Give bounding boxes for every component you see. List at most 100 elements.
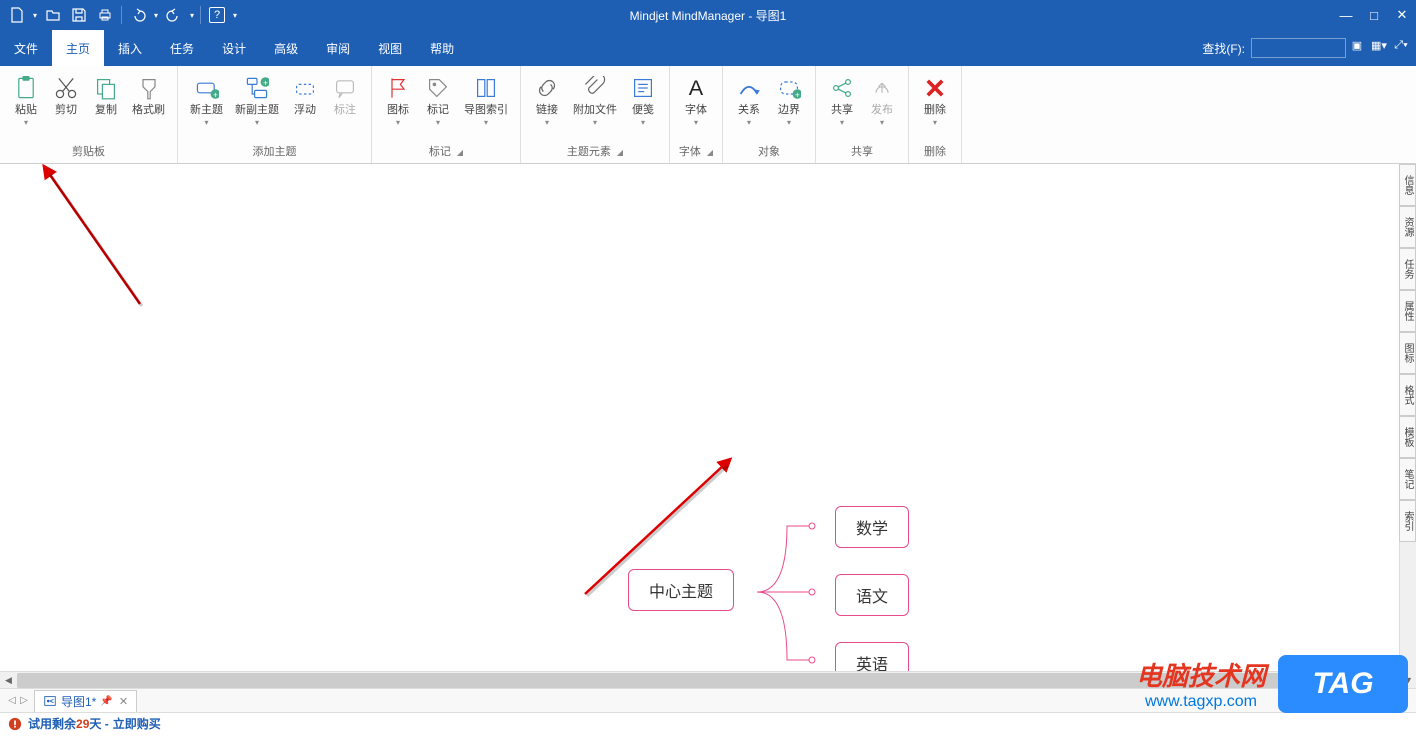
- ribbon-fullscreen-icon[interactable]: ⤢▾: [1392, 36, 1410, 54]
- sidepanel-tab-6[interactable]: 模板: [1399, 416, 1416, 458]
- chevron-down-icon[interactable]: ▾: [840, 118, 844, 127]
- trial-prefix: 试用剩余: [28, 715, 76, 732]
- ribbon-button-label: 标注: [334, 104, 356, 117]
- tab-insert[interactable]: 插入: [104, 30, 156, 66]
- new-file-icon[interactable]: [4, 2, 30, 28]
- copy-button[interactable]: 复制: [86, 70, 126, 141]
- mindmap-canvas[interactable]: 中心主题 数学 语文 英语 ▲ ▼ ◀ ▶: [0, 164, 1416, 688]
- scroll-left-icon[interactable]: ◀: [0, 672, 17, 688]
- share-icon: [830, 76, 854, 100]
- tab-design[interactable]: 设计: [208, 30, 260, 66]
- chevron-down-icon[interactable]: ▾: [933, 118, 937, 127]
- help-icon[interactable]: ?: [204, 2, 230, 28]
- tab-close-icon[interactable]: ✕: [119, 695, 128, 708]
- tab-help[interactable]: 帮助: [416, 30, 468, 66]
- tab-view[interactable]: 视图: [364, 30, 416, 66]
- chevron-down-icon[interactable]: ▾: [484, 118, 488, 127]
- sidepanel-tab-0[interactable]: 信息: [1399, 164, 1416, 206]
- print-icon[interactable]: [92, 2, 118, 28]
- chevron-down-icon[interactable]: ▾: [396, 118, 400, 127]
- link-icon: [535, 76, 559, 100]
- chevron-down-icon[interactable]: ▾: [204, 118, 208, 127]
- redo-dropdown[interactable]: ▾: [187, 2, 197, 28]
- open-file-icon[interactable]: [40, 2, 66, 28]
- chevron-down-icon[interactable]: ▾: [641, 118, 645, 127]
- save-icon[interactable]: [66, 2, 92, 28]
- tab-pin-icon[interactable]: 📌: [100, 696, 112, 707]
- tab-review[interactable]: 审阅: [312, 30, 364, 66]
- chevron-down-icon[interactable]: ▾: [694, 118, 698, 127]
- tab-advanced[interactable]: 高级: [260, 30, 312, 66]
- paste-button[interactable]: 粘贴▾: [6, 70, 46, 141]
- close-button[interactable]: ✕: [1388, 0, 1416, 30]
- index-icon: [474, 76, 498, 100]
- link-button[interactable]: 链接▾: [527, 70, 567, 141]
- chevron-down-icon[interactable]: ▾: [545, 118, 549, 127]
- note-button[interactable]: 便笺▾: [623, 70, 663, 141]
- ribbon-button-label: 关系: [738, 104, 760, 117]
- formatpainter-button[interactable]: 格式刷: [126, 70, 171, 141]
- chevron-down-icon[interactable]: ▾: [436, 118, 440, 127]
- tab-task[interactable]: 任务: [156, 30, 208, 66]
- boundary-button[interactable]: +边界▾: [769, 70, 809, 141]
- ribbon-collapse-icon[interactable]: ▣: [1348, 36, 1366, 54]
- child-node-1[interactable]: 数学: [835, 506, 909, 548]
- ribbon-group-3: 链接▾附加文件▾便笺▾主题元素: [521, 66, 670, 163]
- new-file-dropdown[interactable]: ▾: [30, 2, 40, 28]
- index-button[interactable]: 导图索引▾: [458, 70, 514, 141]
- delete-button[interactable]: 删除▾: [915, 70, 955, 141]
- tab-prev-icon[interactable]: ◁: [6, 692, 18, 710]
- svg-text:+: +: [795, 90, 800, 100]
- attach-icon: [583, 76, 607, 100]
- callout-button[interactable]: 标注: [325, 70, 365, 141]
- child-node-2[interactable]: 语文: [835, 574, 909, 616]
- float-button[interactable]: 浮动: [285, 70, 325, 141]
- central-topic-node[interactable]: 中心主题: [628, 569, 734, 611]
- minimize-button[interactable]: —: [1332, 0, 1360, 30]
- ribbon-button-label: 粘贴: [15, 104, 37, 117]
- chevron-down-icon[interactable]: ▾: [593, 118, 597, 127]
- flag-button[interactable]: 图标▾: [378, 70, 418, 141]
- buy-now-link[interactable]: 立即购买: [113, 715, 161, 732]
- sidepanel-tab-3[interactable]: 属性: [1399, 290, 1416, 332]
- ribbon-group-7: 删除▾删除: [909, 66, 962, 163]
- document-tab[interactable]: 导图1* 📌 ✕: [34, 690, 137, 712]
- relation-button[interactable]: 关系▾: [729, 70, 769, 141]
- chevron-down-icon[interactable]: ▾: [880, 118, 884, 127]
- sidepanel-tab-2[interactable]: 任务: [1399, 248, 1416, 290]
- tag-button[interactable]: 标记▾: [418, 70, 458, 141]
- svg-text:A: A: [689, 76, 704, 100]
- chevron-down-icon[interactable]: ▾: [787, 118, 791, 127]
- sidepanel-tab-1[interactable]: 资源: [1399, 206, 1416, 248]
- newtopic-button[interactable]: +新主题▾: [184, 70, 229, 141]
- ribbon-button-label: 附加文件: [573, 104, 617, 117]
- sidepanel-tab-7[interactable]: 笔记: [1399, 458, 1416, 500]
- cut-button[interactable]: 剪切: [46, 70, 86, 141]
- font-button[interactable]: A字体▾: [676, 70, 716, 141]
- ribbon-button-label: 标记: [427, 104, 449, 117]
- ribbon-view-icon[interactable]: ▦▾: [1370, 36, 1388, 54]
- trial-mid: 天 -: [89, 715, 108, 732]
- redo-icon[interactable]: [161, 2, 187, 28]
- ribbon-group-label: 添加主题: [184, 141, 365, 161]
- document-tab-label: 导图1*: [61, 693, 96, 710]
- sidepanel-tab-8[interactable]: 索引: [1399, 500, 1416, 542]
- sidepanel-tab-5[interactable]: 格式: [1399, 374, 1416, 416]
- search-input[interactable]: [1251, 38, 1346, 58]
- undo-icon[interactable]: [125, 2, 151, 28]
- undo-dropdown[interactable]: ▾: [151, 2, 161, 28]
- ribbon: 粘贴▾剪切复制格式刷剪贴板+新主题▾+新副主题▾浮动标注添加主题图标▾标记▾导图…: [0, 66, 1416, 164]
- share-button[interactable]: 共享▾: [822, 70, 862, 141]
- attach-button[interactable]: 附加文件▾: [567, 70, 623, 141]
- chevron-down-icon[interactable]: ▾: [24, 118, 28, 127]
- tab-home[interactable]: 主页: [52, 30, 104, 66]
- sidepanel-tab-4[interactable]: 图标: [1399, 332, 1416, 374]
- help-dropdown[interactable]: ▾: [230, 2, 240, 28]
- chevron-down-icon[interactable]: ▾: [747, 118, 751, 127]
- tab-file[interactable]: 文件: [0, 30, 52, 66]
- maximize-button[interactable]: □: [1360, 0, 1388, 30]
- chevron-down-icon[interactable]: ▾: [255, 118, 259, 127]
- tab-next-icon[interactable]: ▷: [18, 692, 30, 710]
- newsubtopic-button[interactable]: +新副主题▾: [229, 70, 285, 141]
- publish-button[interactable]: 发布▾: [862, 70, 902, 141]
